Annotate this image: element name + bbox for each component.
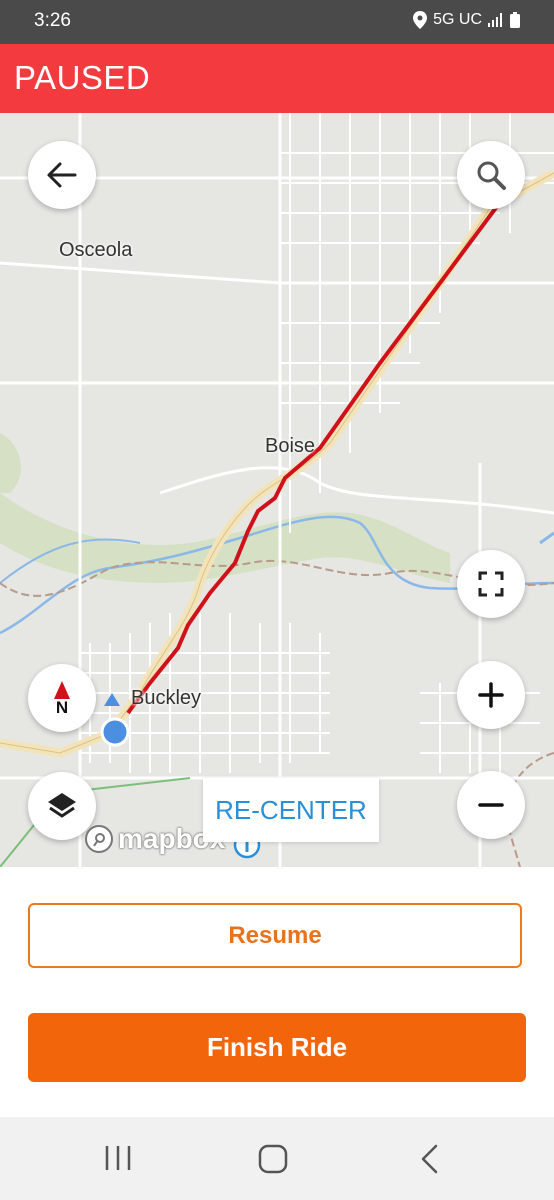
- resume-button[interactable]: Resume: [28, 903, 522, 968]
- paused-banner: PAUSED: [0, 44, 554, 113]
- location-icon: [413, 11, 428, 29]
- back-button[interactable]: [28, 141, 96, 209]
- status-time: 3:26: [34, 10, 71, 31]
- current-location-dot: [100, 717, 130, 747]
- battery-icon: [510, 12, 520, 28]
- map-label-boise: Boise: [265, 435, 316, 457]
- mapbox-logo-icon: [85, 825, 113, 853]
- compass-letter: N: [55, 697, 69, 717]
- search-button[interactable]: [457, 141, 525, 209]
- zoom-out-button[interactable]: [457, 771, 525, 839]
- plus-icon: [478, 682, 504, 708]
- search-icon: [477, 161, 506, 190]
- layers-icon: [48, 793, 76, 818]
- map-view[interactable]: Osceola Boise Buckley N mapbox RE-CENTER: [0, 113, 554, 867]
- map-label-osceola: Osceola: [59, 239, 133, 261]
- paused-label: PAUSED: [14, 59, 151, 96]
- system-nav-bar: [0, 1117, 554, 1200]
- recent-apps-icon[interactable]: [104, 1145, 132, 1171]
- home-icon[interactable]: [258, 1144, 288, 1174]
- ride-actions-panel: Resume Finish Ride: [0, 867, 554, 1117]
- compass-button[interactable]: N: [28, 664, 96, 732]
- network-label: 5G UC: [433, 11, 482, 28]
- zoom-in-button[interactable]: [457, 661, 525, 729]
- minus-icon: [478, 803, 504, 807]
- map-label-buckley: Buckley: [131, 687, 202, 709]
- status-bar: 3:26 5G UC: [0, 0, 554, 44]
- arrow-left-icon: [47, 162, 77, 188]
- signal-icon: [488, 13, 502, 27]
- recenter-button[interactable]: RE-CENTER: [203, 778, 379, 842]
- fullscreen-icon: [478, 571, 504, 597]
- finish-ride-button[interactable]: Finish Ride: [28, 1013, 526, 1082]
- map-canvas[interactable]: [0, 113, 554, 867]
- status-icons: 5G UC: [413, 11, 520, 29]
- back-nav-icon[interactable]: [419, 1144, 439, 1174]
- north-arrow-icon: [54, 680, 70, 699]
- compass-icon: N: [53, 680, 71, 717]
- fullscreen-button[interactable]: [457, 550, 525, 618]
